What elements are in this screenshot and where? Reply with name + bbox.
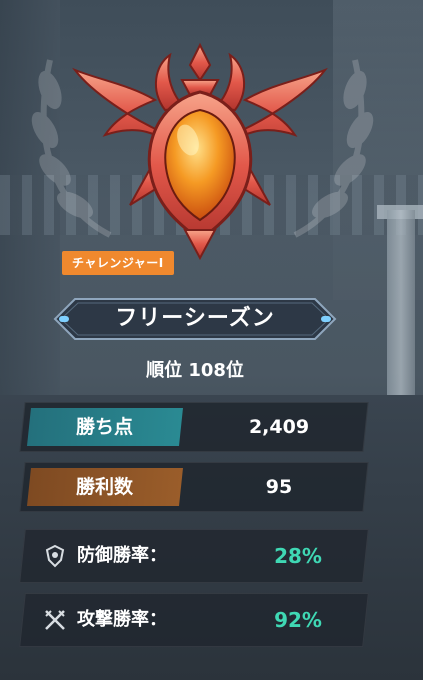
rate-value: 28%: [274, 544, 322, 568]
season-name: フリーシーズン: [115, 306, 275, 331]
stat-row-points: 勝ち点 2,409: [19, 402, 369, 452]
rank-tier-tag: チャレンジャーⅠ: [62, 251, 174, 275]
stat-value: 2,409: [248, 416, 310, 438]
stat-label: 勝ち点: [76, 416, 134, 438]
rate-row-defense: 防御勝率： 28%: [19, 529, 369, 583]
rate-label: 防御勝率：: [77, 545, 167, 566]
season-banner: フリーシーズン: [45, 296, 345, 342]
rate-value: 92%: [274, 608, 322, 632]
background-column-cap: [377, 205, 423, 219]
rate-label: 攻撃勝率：: [77, 609, 167, 630]
stat-row-wins: 勝利数 95: [19, 462, 369, 512]
background-column: [387, 210, 415, 400]
background-building: [333, 0, 423, 300]
ranking-position: 順位 108位: [146, 360, 244, 381]
rate-row-attack: 攻撃勝率： 92%: [19, 593, 369, 647]
stat-label: 勝利数: [76, 476, 134, 498]
stat-value: 95: [265, 476, 293, 498]
rank-emblem-icon: [72, 42, 328, 260]
stat-label-box: 勝利数: [27, 468, 183, 506]
stat-label-box: 勝ち点: [27, 408, 183, 446]
attack-icon: [45, 610, 65, 630]
defense-icon: [45, 544, 65, 568]
